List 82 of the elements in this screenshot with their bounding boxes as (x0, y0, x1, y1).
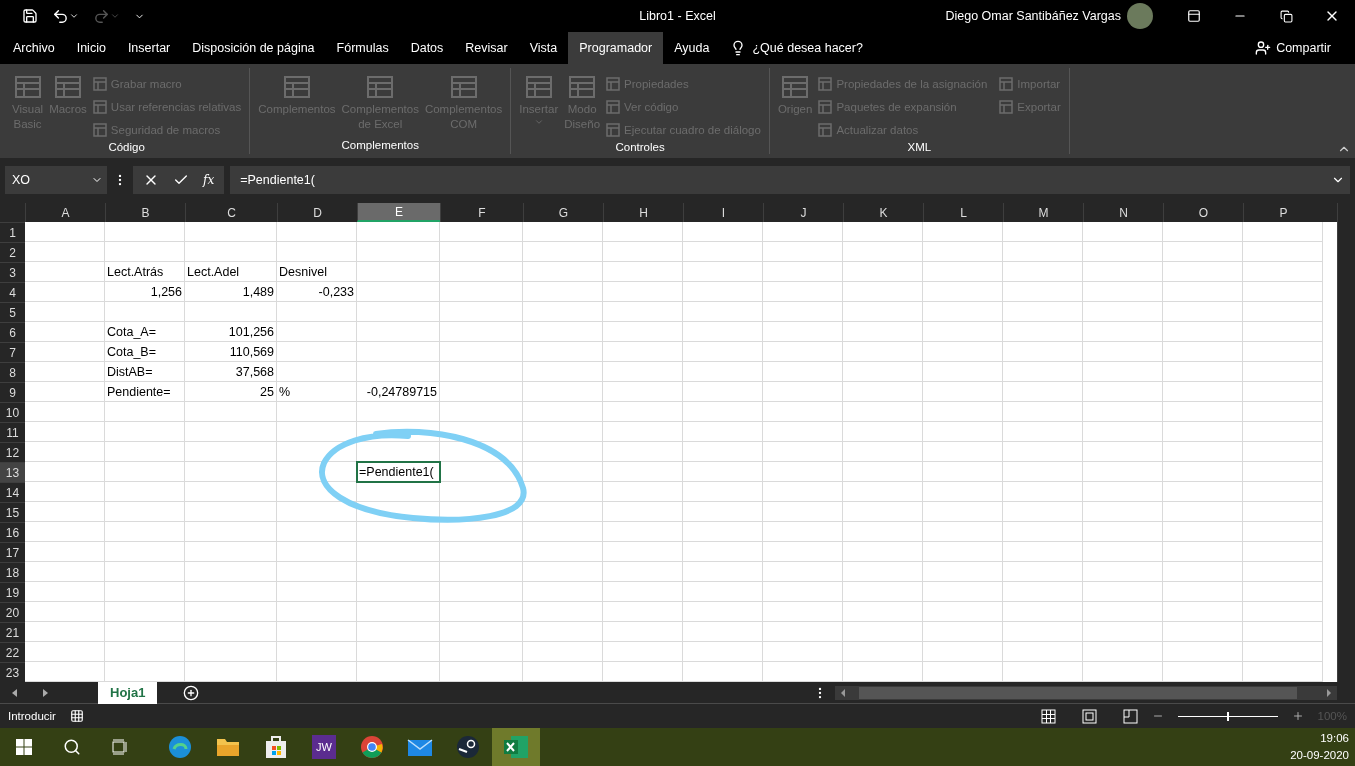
table-cell: % (277, 382, 357, 402)
group-label: Controles (614, 141, 666, 155)
table-cell: 101,256 (185, 322, 277, 342)
grid-icon (999, 99, 1014, 114)
table-cell: Cota_A= (105, 322, 185, 342)
row-header[interactable]: 13 (0, 462, 25, 482)
table-cell: Desnivel (277, 262, 357, 282)
normal-view-icon[interactable] (1040, 708, 1056, 724)
name-box[interactable]: XO (5, 166, 107, 194)
column-header[interactable]: E (357, 203, 440, 222)
menu-tab[interactable]: Datos (399, 32, 455, 64)
grid-icon (92, 99, 107, 114)
group-label: Complementos (340, 139, 420, 153)
folder-icon (216, 737, 240, 757)
user-name: Diego Omar Santibáñez Vargas (945, 9, 1121, 23)
horizontal-scrollbar[interactable] (835, 685, 1337, 700)
previous-sheet-icon[interactable] (12, 688, 17, 697)
table-cell: 1,489 (185, 282, 277, 302)
table-cell: 37,568 (185, 362, 277, 382)
formula-field[interactable]: =Pendiente1( (230, 166, 1350, 194)
taskbar-app[interactable]: JW (300, 728, 348, 766)
grid-icon (818, 122, 833, 137)
grid-icon (606, 76, 621, 91)
redo-icon[interactable] (93, 7, 110, 25)
grid-icon (92, 122, 107, 137)
grid-icon (999, 76, 1014, 91)
table-cell: DistAB= (105, 362, 185, 382)
grid-icon (606, 122, 621, 137)
grid-icon (92, 76, 107, 91)
spreadsheet-icon (503, 735, 529, 759)
next-sheet-icon[interactable] (43, 688, 48, 697)
search-icon[interactable] (63, 738, 81, 756)
group-label: XML (906, 141, 933, 155)
tell-me-field[interactable]: ¿Qué desea hacer? (752, 41, 863, 55)
table-cell: 110,569 (185, 342, 277, 362)
insert-function-button[interactable]: fx (203, 173, 215, 187)
group-label: Código (107, 141, 146, 155)
menu-tab[interactable]: Ayuda (663, 32, 721, 64)
table-cell: 25 (185, 382, 277, 402)
swirl-icon (168, 735, 192, 759)
menu-tab[interactable]: Inicio (65, 32, 117, 64)
table-cell: Pendiente= (105, 382, 185, 402)
status-mode: Introducir (8, 710, 56, 722)
app-icon: JW (312, 735, 336, 759)
caret-icon[interactable] (69, 11, 79, 21)
clock-date[interactable]: 20-09-2020 (1290, 747, 1349, 764)
steam-icon (456, 735, 480, 759)
menu-tab[interactable]: Disposición de página (181, 32, 326, 64)
undo-icon[interactable] (52, 7, 69, 25)
window-title: Libro1 - Excel (639, 9, 716, 23)
zoom-in-icon[interactable] (1291, 710, 1304, 722)
grid-icon (818, 99, 833, 114)
page-layout-icon[interactable] (1081, 708, 1097, 724)
table-cell: Cota_B= (105, 342, 185, 362)
grid-icon (818, 76, 833, 91)
grid-icon (606, 99, 621, 114)
table-cell: Lect.Adel (185, 262, 277, 282)
menu-tab[interactable]: Archivo (2, 32, 66, 64)
add-user-icon (1255, 40, 1272, 56)
calculator-icon (69, 709, 84, 723)
clock-time[interactable]: 19:06 (1290, 730, 1349, 747)
envelope-icon (407, 737, 433, 757)
menu-tab[interactable]: Fórmulas (325, 32, 400, 64)
active-cell[interactable]: =Pendiente1( (357, 462, 440, 482)
menu-tab[interactable]: Vista (518, 32, 569, 64)
save-icon[interactable] (22, 8, 38, 24)
page-break-icon[interactable] (1122, 708, 1138, 724)
zoom-thumb[interactable] (1226, 711, 1229, 721)
task-view-icon[interactable] (111, 739, 129, 755)
sheet-tab[interactable]: Hoja1 (98, 681, 158, 704)
share-button[interactable]: Compartir (1249, 32, 1337, 64)
avatar[interactable] (1127, 3, 1153, 29)
menu-tab[interactable]: Programador (568, 32, 664, 64)
menu-tab[interactable]: Revisar (454, 32, 519, 64)
menu-tab[interactable]: Insertar (116, 32, 182, 64)
table-cell: -0,24789715 (357, 382, 440, 402)
chrome-icon (360, 735, 384, 759)
shopping-bag-icon (265, 735, 287, 759)
table-cell: 1,256 (105, 282, 185, 302)
table-cell: -0,233 (277, 282, 357, 302)
table-cell: Lect.Atrás (105, 262, 185, 282)
start-icon[interactable] (16, 739, 32, 755)
